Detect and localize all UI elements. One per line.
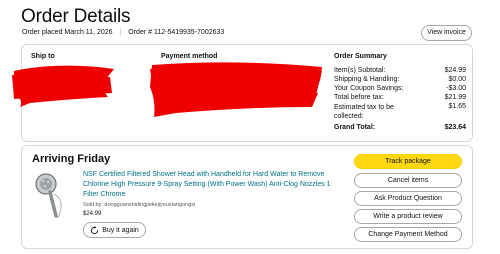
summary-value: $23.64 bbox=[444, 124, 466, 131]
sold-by: Sold by: dongguanshidingjiekejiyouxiango… bbox=[83, 202, 196, 208]
meta-divider: | bbox=[119, 29, 122, 36]
order-meta: Order placed March 11, 2026 | Order # 11… bbox=[22, 29, 224, 36]
summary-row-before-tax: Total before tax: $21.99 bbox=[334, 94, 466, 101]
buy-again-button[interactable]: Buy it again bbox=[83, 222, 146, 238]
summary-value: $21.99 bbox=[444, 94, 466, 101]
summary-row-grand-total: Grand Total: $23.64 bbox=[334, 124, 466, 131]
summary-value: $0.00 bbox=[448, 76, 466, 83]
redaction-scribble-payment bbox=[150, 62, 322, 117]
summary-label: Grand Total: bbox=[334, 124, 376, 131]
order-number: Order # 112-5419935-7002633 bbox=[128, 29, 225, 36]
ask-product-question-button[interactable]: Ask Product Question bbox=[354, 191, 462, 206]
summary-value: $1.65 bbox=[448, 103, 466, 110]
write-review-button[interactable]: Write a product review bbox=[354, 209, 462, 224]
summary-value: $24.99 bbox=[444, 67, 466, 74]
view-invoice-button[interactable]: View invoice bbox=[421, 25, 472, 41]
summary-label: Total before tax: bbox=[334, 94, 384, 101]
summary-row-shipping: Shipping & Handling: $0.00 bbox=[334, 76, 466, 83]
order-summary-heading: Order Summary bbox=[334, 53, 387, 60]
track-package-button[interactable]: Track package bbox=[354, 154, 462, 169]
summary-value: -$3.00 bbox=[446, 85, 466, 92]
summary-row-coupon: Your Coupon Savings: -$3.00 bbox=[334, 85, 466, 92]
change-payment-method-button[interactable]: Change Payment Method bbox=[354, 227, 462, 242]
summary-label: Estimated tax to be collected: bbox=[334, 104, 394, 120]
arriving-heading: Arriving Friday bbox=[32, 153, 111, 165]
summary-row-subtotal: Item(s) Subtotal: $24.99 bbox=[334, 67, 466, 74]
reorder-icon bbox=[91, 225, 99, 234]
cancel-items-button[interactable]: Cancel items bbox=[354, 173, 462, 188]
summary-label: Shipping & Handling: bbox=[334, 76, 400, 83]
product-price: $24.99 bbox=[83, 211, 102, 217]
summary-row-tax: Estimated tax to be collected: $1.65 bbox=[334, 103, 466, 121]
redaction-scribble-address bbox=[12, 65, 114, 107]
buy-again-label: Buy it again bbox=[102, 226, 139, 234]
order-placed-date: Order placed March 11, 2026 bbox=[22, 29, 113, 36]
summary-label: Your Coupon Savings: bbox=[334, 85, 404, 92]
summary-label: Item(s) Subtotal: bbox=[334, 67, 386, 74]
product-image[interactable] bbox=[32, 170, 68, 222]
page-title: Order Details bbox=[21, 6, 131, 27]
order-summary-card: Ship to Payment method Order Summary Ite… bbox=[12, 44, 473, 142]
product-title-link[interactable]: NSF Certified Filtered Shower Head with … bbox=[83, 170, 333, 200]
shipment-card: Arriving Friday NSF Certified Filtered S… bbox=[21, 145, 473, 249]
